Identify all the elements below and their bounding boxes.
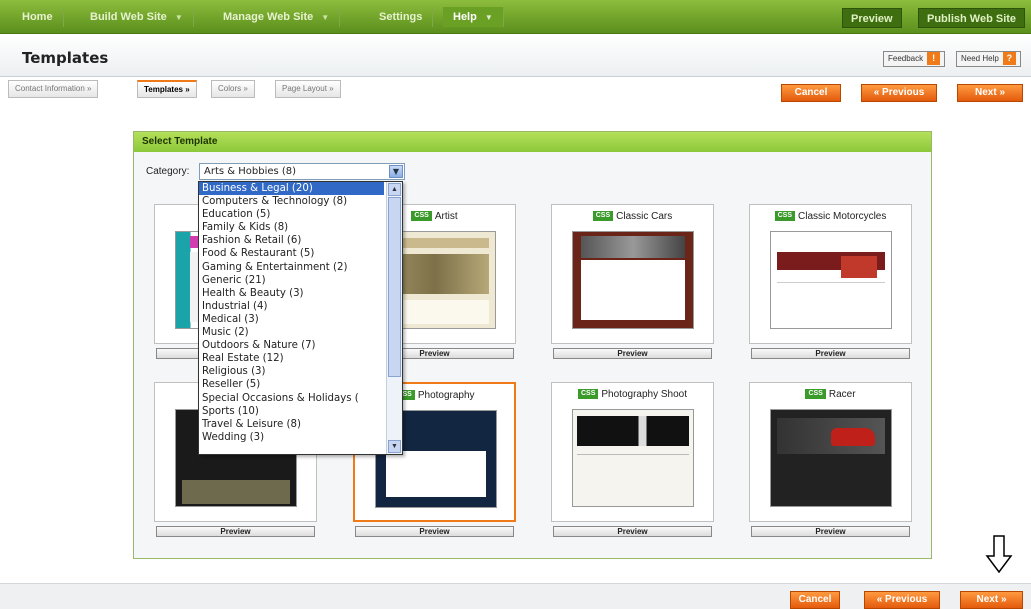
chevron-up-icon[interactable]: ▲ xyxy=(388,183,401,196)
dropdown-option[interactable]: Music (2) xyxy=(199,326,384,339)
preview-button[interactable]: Preview xyxy=(751,348,910,359)
dropdown-option[interactable]: Computers & Technology (8) xyxy=(199,195,384,208)
category-dropdown-list[interactable]: Business & Legal (20) Computers & Technol… xyxy=(198,181,403,455)
cancel-button-bottom[interactable]: Cancel xyxy=(790,591,840,609)
category-label: Category: xyxy=(146,166,190,177)
dropdown-option[interactable]: Business & Legal (20) xyxy=(199,182,384,196)
preview-button[interactable]: Preview xyxy=(156,526,315,537)
panel-heading: Select Template xyxy=(134,132,931,152)
dropdown-option[interactable]: Wedding (3) xyxy=(199,431,384,444)
nav-home[interactable]: Home xyxy=(12,7,64,27)
template-name: Artist xyxy=(434,211,458,222)
css-badge: CSS xyxy=(411,211,432,222)
template-name: Photography xyxy=(417,390,475,401)
nav-help[interactable]: Help ▼ xyxy=(443,7,504,27)
dropdown-option[interactable]: Reseller (5) xyxy=(199,378,384,391)
preview-button[interactable]: Preview xyxy=(751,526,910,537)
need-help-button[interactable]: Need Help? xyxy=(956,51,1021,67)
previous-button-bottom[interactable]: « Previous xyxy=(864,591,940,609)
dropdown-scrollbar[interactable]: ▲ ▼ xyxy=(386,182,402,454)
nav-build-web-site[interactable]: Build Web Site ▼ xyxy=(80,7,194,27)
question-icon: ? xyxy=(1002,52,1016,66)
publish-web-site-button[interactable]: Publish Web Site xyxy=(918,8,1026,28)
next-button[interactable]: Next » xyxy=(957,84,1023,102)
chevron-down-icon[interactable]: ▼ xyxy=(389,165,403,178)
nav-settings[interactable]: Settings xyxy=(369,7,434,27)
page-title: Templates xyxy=(22,49,109,67)
dropdown-option[interactable]: Family & Kids (8) xyxy=(199,221,384,234)
css-badge: CSS xyxy=(592,211,614,222)
dropdown-option[interactable]: Gaming & Entertainment (2) xyxy=(199,261,384,274)
template-thumbnail xyxy=(572,409,694,507)
template-name: Classic Cars xyxy=(616,211,673,222)
dropdown-option[interactable]: Fashion & Retail (6) xyxy=(199,234,384,247)
preview-button[interactable]: Preview xyxy=(553,348,712,359)
chevron-down-icon: ▼ xyxy=(321,13,330,22)
step-page-layout[interactable]: Page Layout » xyxy=(275,80,341,98)
nav-manage-web-site[interactable]: Manage Web Site ▼ xyxy=(213,7,341,27)
template-thumbnail xyxy=(770,231,892,329)
dropdown-option[interactable]: Generic (21) xyxy=(199,274,384,287)
exclamation-icon: ! xyxy=(927,52,941,66)
template-card[interactable]: CSS Classic Motorcycles xyxy=(749,204,912,344)
preview-button[interactable]: Preview xyxy=(355,526,514,537)
category-select[interactable]: Arts & Hobbies (8) ▼ xyxy=(199,163,405,180)
top-navigation: Home Build Web Site ▼ Manage Web Site ▼ Se… xyxy=(0,0,1031,34)
template-name: Racer xyxy=(828,389,856,400)
preview-button[interactable]: Preview xyxy=(842,8,902,28)
chevron-down-icon[interactable]: ▼ xyxy=(388,440,401,453)
dropdown-option[interactable]: Medical (3) xyxy=(199,313,384,326)
css-badge: CSS xyxy=(774,211,796,222)
step-colors[interactable]: Colors » xyxy=(211,80,255,98)
css-badge: CSS xyxy=(577,389,599,400)
css-badge: CSS xyxy=(805,389,826,400)
template-thumbnail xyxy=(770,409,892,507)
chevron-down-icon: ▼ xyxy=(484,13,493,22)
template-card[interactable]: CSS Photography Shoot xyxy=(551,382,714,522)
dropdown-option[interactable]: Industrial (4) xyxy=(199,300,384,313)
dropdown-option[interactable]: Education (5) xyxy=(199,208,384,221)
template-thumbnail xyxy=(572,231,694,329)
dropdown-options: Business & Legal (20) Computers & Technol… xyxy=(199,182,402,444)
dropdown-option[interactable]: Food & Restaurant (5) xyxy=(199,247,384,260)
template-card[interactable]: CSS Racer xyxy=(749,382,912,522)
dropdown-option[interactable]: Religious (3) xyxy=(199,365,384,378)
feedback-button[interactable]: Feedback! xyxy=(883,51,946,67)
step-contact-information[interactable]: Contact Information » xyxy=(8,80,99,98)
template-card[interactable]: CSS Classic Cars xyxy=(551,204,714,344)
step-templates[interactable]: Templates » xyxy=(137,80,197,98)
dropdown-option[interactable]: Travel & Leisure (8) xyxy=(199,418,384,431)
dropdown-option[interactable]: Special Occasions & Holidays ( xyxy=(199,392,384,405)
dropdown-option[interactable]: Sports (10) xyxy=(199,405,384,418)
chevron-down-icon: ▼ xyxy=(174,13,183,22)
cancel-button[interactable]: Cancel xyxy=(781,84,841,102)
next-button-bottom[interactable]: Next » xyxy=(960,591,1023,609)
preview-button[interactable]: Preview xyxy=(553,526,712,537)
scrollbar-thumb[interactable] xyxy=(388,197,401,377)
page-header: Templates Feedback! Need Help? xyxy=(0,35,1031,77)
previous-button[interactable]: « Previous xyxy=(861,84,937,102)
dropdown-option[interactable]: Health & Beauty (3) xyxy=(199,287,384,300)
template-name: Photography Shoot xyxy=(601,389,688,400)
cursor-arrow-icon xyxy=(985,535,1013,574)
dropdown-option[interactable]: Outdoors & Nature (7) xyxy=(199,339,384,352)
template-name: Classic Motorcycles xyxy=(798,211,887,222)
dropdown-option[interactable]: Real Estate (12) xyxy=(199,352,384,365)
